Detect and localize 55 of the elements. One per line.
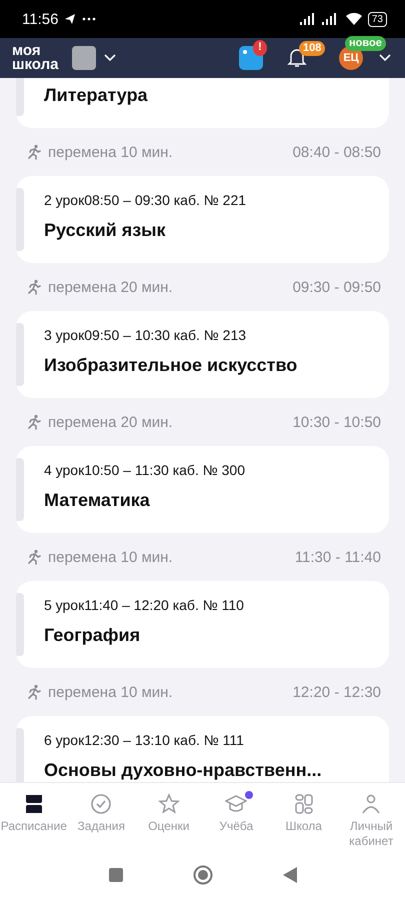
notification-count: 108: [299, 41, 326, 56]
running-person-icon: [26, 549, 42, 565]
chevron-icon[interactable]: [104, 54, 116, 62]
lesson-card[interactable]: 4 урок10:50 – 11:30 каб. № 300 Математика: [16, 446, 389, 533]
lesson-title: География: [44, 625, 142, 646]
back-button[interactable]: [282, 867, 296, 883]
break-label: перемена 20 мин.: [48, 278, 173, 296]
lesson-title: Математика: [44, 490, 151, 511]
chevron-icon[interactable]: [379, 54, 391, 62]
lesson-card[interactable]: 6 урок12:30 – 13:10 каб. № 111 Основы духовно-нравственн...: [16, 716, 389, 782]
person-icon: [360, 793, 382, 815]
running-person-icon: [26, 414, 42, 430]
new-badge: новое: [345, 36, 386, 51]
running-person-icon: [26, 684, 42, 700]
check-circle-icon: [90, 793, 112, 815]
lesson-time: 5 урок11:40 – 12:20 каб. № 110: [44, 597, 245, 613]
lesson-time: 6 урок12:30 – 13:10 каб. № 111: [44, 732, 245, 748]
lesson-title: Основы духовно-нравственн...: [44, 760, 323, 781]
wifi-icon: [346, 13, 362, 25]
break-time: 08:40 - 08:50: [292, 144, 381, 160]
star-icon: [158, 793, 180, 815]
battery-icon: 73: [368, 12, 387, 26]
lesson-card[interactable]: 5 урок11:40 – 12:20 каб. № 110 География: [16, 581, 389, 668]
accent-bar: [16, 458, 24, 521]
recents-button[interactable]: [108, 868, 122, 882]
break-time: 09:30 - 09:50: [292, 278, 381, 296]
grid-icon: [292, 793, 315, 815]
lesson-time: 3 урок09:50 – 10:30 каб. № 213: [44, 327, 248, 343]
lesson-title: Изобразительное искусство: [44, 355, 298, 376]
send-icon: [64, 13, 76, 25]
break-label: перемена 20 мин.: [48, 414, 173, 430]
clock: 11:56: [22, 10, 58, 28]
app-logo[interactable]: моя школа: [12, 44, 64, 72]
break-time: 11:30 - 11:40: [294, 548, 381, 566]
alert-badge: !: [253, 40, 267, 56]
running-person-icon: [26, 144, 42, 160]
school-emblem-icon: [72, 46, 96, 70]
lesson-card[interactable]: 3 урок09:50 – 10:30 каб. № 213 Изобразительное искусство: [16, 311, 389, 398]
accent-bar: [16, 593, 24, 656]
break-label: перемена 10 мин.: [48, 144, 173, 160]
accent-bar: [16, 323, 24, 386]
accent-bar: [16, 188, 24, 251]
lesson-card[interactable]: 2 урок08:50 – 09:30 каб. № 221 Русский язык: [16, 176, 389, 263]
break-label: перемена 10 мин.: [48, 548, 173, 566]
lesson-time: 2 урок08:50 – 09:30 каб. № 221: [44, 192, 248, 208]
lesson-card[interactable]: Литература: [16, 78, 389, 128]
more-icon: [82, 17, 96, 21]
lesson-time: 4 урок10:50 – 11:30 каб. № 300: [44, 462, 246, 478]
break-time: 10:30 - 10:50: [292, 414, 381, 430]
running-person-icon: [26, 279, 42, 295]
lesson-title: Русский язык: [44, 220, 167, 241]
break-label: перемена 10 мин.: [48, 684, 173, 700]
break-time: 12:20 - 12:30: [292, 684, 381, 700]
home-button[interactable]: [192, 865, 212, 885]
lesson-title: Литература: [44, 85, 149, 106]
